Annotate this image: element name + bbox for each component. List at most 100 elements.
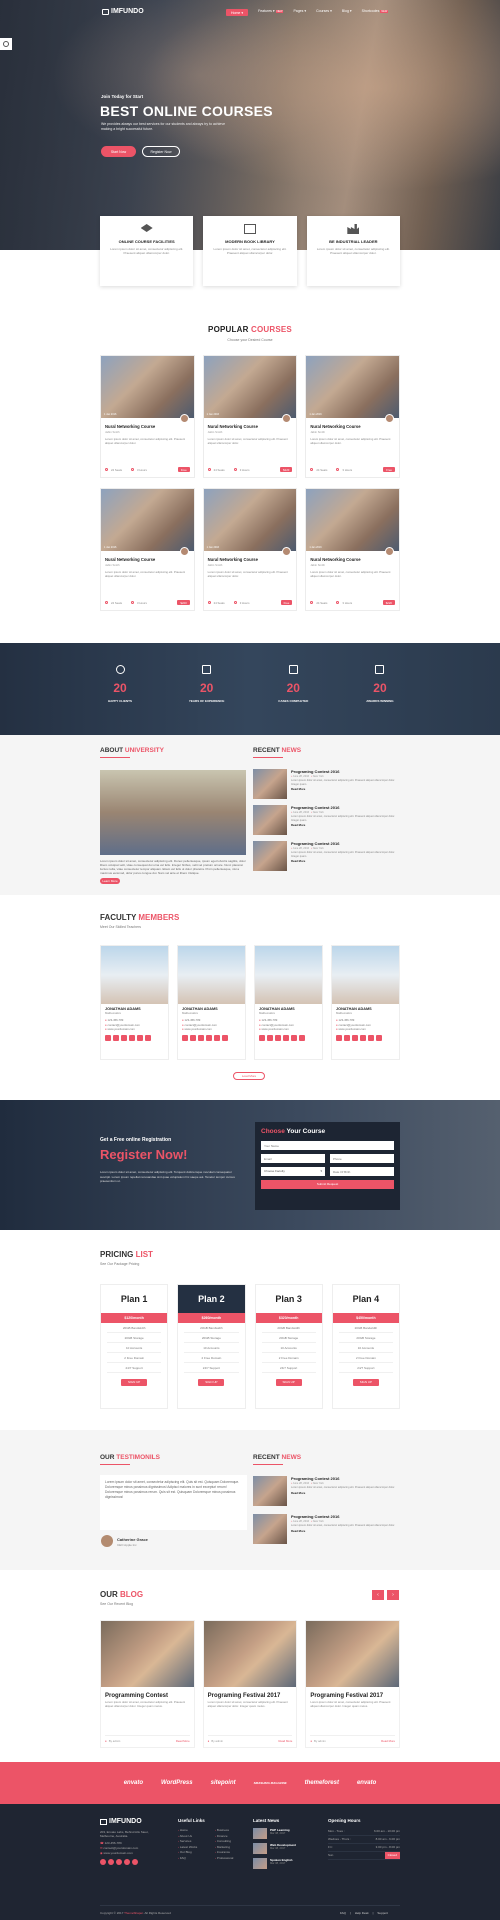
twitter-icon[interactable] bbox=[190, 1034, 196, 1041]
faculty-select[interactable]: Choose Faculty ▾ bbox=[261, 1167, 325, 1176]
settings-toggle[interactable] bbox=[0, 38, 12, 50]
facebook-icon[interactable] bbox=[336, 1034, 342, 1041]
news-title[interactable]: Programing Contest 2016 bbox=[291, 1514, 400, 1519]
footer-link[interactable]: › FAQ bbox=[178, 1856, 197, 1862]
support-link[interactable]: Support bbox=[377, 1911, 388, 1915]
rss-icon[interactable] bbox=[376, 1034, 382, 1041]
google-plus-icon[interactable] bbox=[275, 1034, 281, 1041]
news-item[interactable]: Programing Contest 2016 ▪ June 28, 2016 ▪ … bbox=[253, 805, 400, 837]
rss-icon[interactable] bbox=[145, 1034, 151, 1041]
email-input[interactable] bbox=[261, 1154, 325, 1163]
pinterest-icon[interactable] bbox=[368, 1034, 374, 1041]
facebook-icon[interactable] bbox=[182, 1034, 188, 1041]
blog-title[interactable]: Programming Contest bbox=[105, 1693, 190, 1699]
pinterest-icon[interactable] bbox=[132, 1859, 138, 1865]
facebook-icon[interactable] bbox=[100, 1859, 106, 1865]
nav-home[interactable]: Home ▾ bbox=[226, 9, 249, 16]
blog-title[interactable]: Programing Festival 2017 bbox=[208, 1693, 293, 1699]
linkedin-icon[interactable] bbox=[129, 1034, 135, 1041]
faq-link[interactable]: FAQ bbox=[340, 1911, 346, 1915]
course-card[interactable]: 1 Jan 2016 Nural Networking Course Jabin S… bbox=[305, 488, 400, 611]
read-more-link[interactable]: Read More bbox=[381, 1739, 395, 1743]
faculty-card[interactable]: JONATHAN ADAMS Mathematics ● 123-456-789 ● … bbox=[254, 945, 323, 1060]
course-title[interactable]: Nural Networking Course bbox=[105, 424, 190, 429]
read-more-link[interactable]: Read More bbox=[176, 1739, 190, 1743]
course-card[interactable]: 1 Jan 2016 Nural Networking Course Jabin S… bbox=[100, 488, 195, 611]
course-price[interactable]: $220 bbox=[280, 467, 293, 472]
course-price[interactable]: $220 bbox=[382, 600, 395, 605]
blog-card[interactable]: Programing Festival 2017 Lorem ipsum dolo… bbox=[202, 1620, 298, 1748]
phone-input[interactable] bbox=[330, 1154, 394, 1163]
start-now-button[interactable]: Start Now bbox=[101, 146, 136, 157]
read-more-link[interactable]: Read More bbox=[279, 1739, 293, 1743]
copyright-brand[interactable]: ThemeShaper bbox=[124, 1911, 143, 1915]
news-item[interactable]: Programing Contest 2016 ▪ June 28, 2016 ▪ … bbox=[253, 1514, 400, 1546]
read-more-link[interactable]: Read More bbox=[291, 1491, 400, 1495]
news-title[interactable]: Programing Contest 2016 bbox=[291, 1476, 400, 1481]
read-more-link[interactable]: Read More bbox=[291, 859, 400, 863]
faculty-card[interactable]: JONATHAN ADAMS Mathematics ● 123-456-789 ● … bbox=[331, 945, 400, 1060]
google-plus-icon[interactable] bbox=[198, 1034, 204, 1041]
course-card[interactable]: 1 Jan 2016 Nural Networking Course Jabin S… bbox=[202, 355, 298, 478]
submit-request-button[interactable]: Submit Request bbox=[261, 1180, 394, 1189]
help-desk-link[interactable]: Help Desk bbox=[355, 1911, 369, 1915]
read-more-link[interactable]: Read More bbox=[291, 787, 400, 791]
signup-button[interactable]: SIGN UP bbox=[121, 1379, 148, 1386]
blog-next-button[interactable]: › bbox=[387, 1590, 399, 1600]
rss-icon[interactable] bbox=[299, 1034, 305, 1041]
course-price[interactable]: Free bbox=[177, 467, 190, 472]
blog-title[interactable]: Programing Festival 2017 bbox=[310, 1693, 395, 1699]
footer-news-item[interactable]: PHP Learning Mar 08, 2017 bbox=[253, 1828, 313, 1839]
course-price[interactable]: Free bbox=[383, 467, 395, 472]
linkedin-icon[interactable] bbox=[283, 1034, 289, 1041]
blog-card[interactable]: Programming Contest Lorem ipsum dolor sit… bbox=[100, 1620, 195, 1748]
news-title[interactable]: Programing Contest 2016 bbox=[291, 841, 400, 846]
load-more-button[interactable]: Load More bbox=[233, 1072, 265, 1080]
blog-prev-button[interactable]: ‹ bbox=[372, 1590, 384, 1600]
nav-blog[interactable]: Blog ▾ bbox=[342, 9, 352, 16]
course-title[interactable]: Nural Networking Course bbox=[208, 557, 293, 562]
signup-button[interactable]: SIGN UP bbox=[275, 1379, 302, 1386]
google-plus-icon[interactable] bbox=[121, 1034, 127, 1041]
name-input[interactable] bbox=[261, 1141, 394, 1150]
nav-courses[interactable]: Courses ▾ bbox=[316, 9, 332, 16]
site-logo[interactable]: IMFUNDO bbox=[102, 8, 144, 15]
nav-pages[interactable]: Pages ▾ bbox=[293, 9, 306, 16]
linkedin-icon[interactable] bbox=[206, 1034, 212, 1041]
nav-features[interactable]: Features ▾ NEW bbox=[258, 9, 284, 16]
course-title[interactable]: Nural Networking Course bbox=[105, 557, 190, 562]
blog-card[interactable]: Programing Festival 2017 Lorem ipsum dolo… bbox=[305, 1620, 401, 1748]
signup-button[interactable]: SIGN UP bbox=[352, 1379, 379, 1386]
twitter-icon[interactable] bbox=[108, 1859, 114, 1865]
course-card[interactable]: 1 Jan 2016 Nural Networking Course Jabin S… bbox=[100, 355, 195, 478]
course-price[interactable]: $220 bbox=[177, 600, 190, 605]
news-item[interactable]: Programing Contest 2016 ▪ June 28, 2016 ▪ … bbox=[253, 769, 400, 801]
course-title[interactable]: Nural Networking Course bbox=[310, 424, 395, 429]
read-more-link[interactable]: Read More bbox=[291, 823, 400, 827]
footer-logo[interactable]: IMFUNDO bbox=[100, 1818, 142, 1825]
nav-shortcodes[interactable]: Shortcodes NEW bbox=[362, 9, 389, 16]
course-card[interactable]: 1 Jan 2016 Nural Networking Course Jabin S… bbox=[202, 488, 298, 611]
twitter-icon[interactable] bbox=[113, 1034, 119, 1041]
facebook-icon[interactable] bbox=[259, 1034, 265, 1041]
google-plus-icon[interactable] bbox=[352, 1034, 358, 1041]
news-title[interactable]: Programing Contest 2016 bbox=[291, 805, 400, 810]
twitter-icon[interactable] bbox=[344, 1034, 350, 1041]
faculty-card[interactable]: JONATHAN ADAMS Mathematics ● 123-456-789 ● … bbox=[177, 945, 246, 1060]
news-title[interactable]: Programing Contest 2016 bbox=[291, 769, 400, 774]
course-price[interactable]: Free bbox=[280, 600, 293, 605]
read-more-link[interactable]: Read More bbox=[291, 1529, 400, 1533]
course-title[interactable]: Nural Networking Course bbox=[208, 424, 293, 429]
dob-input[interactable] bbox=[330, 1167, 394, 1176]
footer-link[interactable]: › Professional bbox=[215, 1856, 233, 1862]
learn-more-button[interactable]: Learn More bbox=[100, 878, 120, 884]
course-card[interactable]: 1 Jan 2016 Nural Networking Course Jabin S… bbox=[305, 355, 400, 478]
linkedin-icon[interactable] bbox=[360, 1034, 366, 1041]
google-plus-icon[interactable] bbox=[116, 1859, 122, 1865]
course-title[interactable]: Nural Networking Course bbox=[310, 557, 395, 562]
pinterest-icon[interactable] bbox=[137, 1034, 143, 1041]
news-item[interactable]: Programing Contest 2016 ▪ June 28, 2016 ▪ … bbox=[253, 1476, 400, 1508]
facebook-icon[interactable] bbox=[105, 1034, 111, 1041]
signup-button[interactable]: SIGN UP bbox=[198, 1379, 225, 1386]
rss-icon[interactable] bbox=[222, 1034, 228, 1041]
